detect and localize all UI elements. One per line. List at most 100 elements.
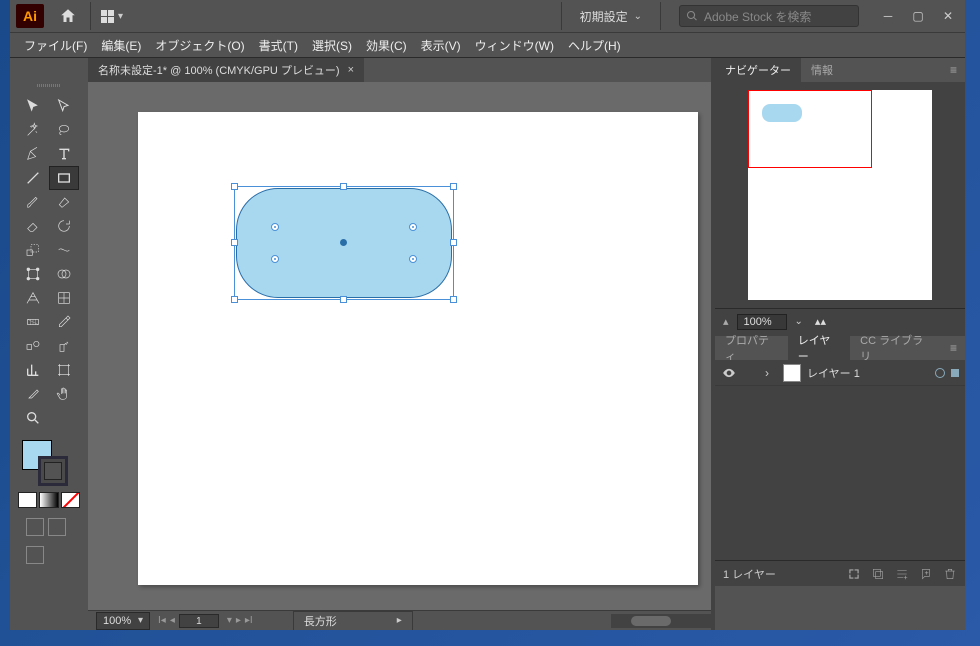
pen-tool[interactable] bbox=[18, 142, 48, 166]
zoom-out-icon[interactable]: ▴ bbox=[723, 315, 729, 328]
shape-builder-tool[interactable] bbox=[49, 262, 79, 286]
arrange-documents-button[interactable]: ▾ bbox=[101, 10, 123, 23]
column-graph-tool[interactable] bbox=[18, 358, 48, 382]
layer-name[interactable]: レイヤー 1 bbox=[807, 365, 929, 381]
lasso-tool[interactable] bbox=[49, 118, 79, 142]
status-selection-dropdown[interactable]: 長方形 ▸ bbox=[293, 611, 413, 631]
next-artboard-button[interactable]: ▸ bbox=[236, 615, 241, 626]
close-icon[interactable]: × bbox=[348, 64, 354, 76]
create-sublayer-icon[interactable] bbox=[895, 567, 909, 581]
stroke-swatch[interactable] bbox=[38, 456, 68, 486]
corner-widget-tl[interactable] bbox=[271, 223, 279, 231]
navigator-preview[interactable] bbox=[748, 90, 932, 300]
screen-mode-button[interactable] bbox=[26, 546, 44, 564]
gradient-tool[interactable] bbox=[18, 310, 48, 334]
home-icon[interactable] bbox=[56, 4, 80, 28]
resize-handle-bl[interactable] bbox=[231, 296, 238, 303]
mesh-tool[interactable] bbox=[49, 286, 79, 310]
menu-file[interactable]: ファイル(F) bbox=[18, 35, 93, 56]
scale-tool[interactable] bbox=[18, 238, 48, 262]
magic-wand-tool[interactable] bbox=[18, 118, 48, 142]
artboard-number-field[interactable]: 1 bbox=[179, 614, 219, 628]
artboard-tool[interactable] bbox=[49, 358, 79, 382]
minimize-button[interactable]: ─ bbox=[877, 6, 899, 26]
perspective-grid-tool[interactable] bbox=[18, 286, 48, 310]
corner-widget-br[interactable] bbox=[409, 255, 417, 263]
tab-layers[interactable]: レイヤー bbox=[788, 336, 850, 360]
color-mode-none[interactable] bbox=[61, 492, 80, 508]
direct-selection-tool[interactable] bbox=[49, 94, 79, 118]
resize-handle-bm[interactable] bbox=[340, 296, 347, 303]
width-tool[interactable] bbox=[49, 238, 79, 262]
tab-navigator[interactable]: ナビゲーター bbox=[715, 58, 801, 82]
visibility-eye-icon[interactable] bbox=[721, 366, 737, 380]
adobe-stock-search[interactable]: Adobe Stock を検索 bbox=[679, 5, 859, 27]
blend-tool[interactable] bbox=[18, 334, 48, 358]
tools-grip[interactable] bbox=[10, 80, 88, 90]
free-transform-tool[interactable] bbox=[18, 262, 48, 286]
eyedropper-tool[interactable] bbox=[49, 310, 79, 334]
color-mode-solid[interactable] bbox=[18, 492, 37, 508]
panel-menu-icon[interactable]: ≡ bbox=[942, 341, 965, 355]
paintbrush-tool[interactable] bbox=[18, 190, 48, 214]
rectangle-tool[interactable] bbox=[49, 166, 79, 190]
prev-artboard-button[interactable]: ◂ bbox=[170, 615, 175, 626]
chevron-down-icon[interactable]: ▾ bbox=[227, 615, 232, 626]
zoom-tool[interactable] bbox=[18, 406, 48, 430]
zoom-field[interactable]: 100% ▾ bbox=[96, 612, 150, 630]
symbol-sprayer-tool[interactable] bbox=[49, 334, 79, 358]
slice-tool[interactable] bbox=[18, 382, 48, 406]
resize-handle-tl[interactable] bbox=[231, 183, 238, 190]
resize-handle-mr[interactable] bbox=[450, 239, 457, 246]
shaper-tool[interactable] bbox=[49, 190, 79, 214]
close-button[interactable]: ✕ bbox=[937, 6, 959, 26]
color-mode-gradient[interactable] bbox=[39, 492, 58, 508]
tab-cc-libraries[interactable]: CC ライブラリ bbox=[850, 336, 942, 360]
menu-select[interactable]: 選択(S) bbox=[306, 35, 358, 56]
layer-row[interactable]: › レイヤー 1 bbox=[715, 360, 965, 386]
selection-indicator-icon[interactable] bbox=[951, 369, 959, 377]
panel-menu-icon[interactable]: ≡ bbox=[942, 63, 965, 77]
maximize-button[interactable]: ▢ bbox=[907, 6, 929, 26]
center-point-icon[interactable] bbox=[340, 239, 347, 246]
document-tab[interactable]: 名称未設定-1* @ 100% (CMYK/GPU プレビュー) × bbox=[88, 58, 364, 82]
target-icon[interactable] bbox=[935, 368, 945, 378]
type-tool[interactable] bbox=[49, 142, 79, 166]
new-layer-icon[interactable] bbox=[919, 567, 933, 581]
hand-tool[interactable] bbox=[49, 382, 79, 406]
horizontal-scrollbar[interactable] bbox=[611, 614, 711, 628]
eraser-tool[interactable] bbox=[18, 214, 48, 238]
resize-handle-tm[interactable] bbox=[340, 183, 347, 190]
menu-type[interactable]: 書式(T) bbox=[253, 35, 304, 56]
menu-window[interactable]: ウィンドウ(W) bbox=[469, 35, 560, 56]
menu-view[interactable]: 表示(V) bbox=[415, 35, 467, 56]
navigator-zoom-field[interactable]: 100% bbox=[737, 314, 787, 330]
resize-handle-tr[interactable] bbox=[450, 183, 457, 190]
layer-expand-icon[interactable]: › bbox=[765, 366, 777, 380]
rotate-tool[interactable] bbox=[49, 214, 79, 238]
make-clipping-mask-icon[interactable] bbox=[871, 567, 885, 581]
menu-object[interactable]: オブジェクト(O) bbox=[149, 35, 250, 56]
artboard[interactable] bbox=[138, 112, 698, 585]
delete-layer-icon[interactable] bbox=[943, 567, 957, 581]
draw-behind-icon[interactable] bbox=[48, 518, 66, 536]
draw-normal-icon[interactable] bbox=[26, 518, 44, 536]
canvas-area[interactable] bbox=[88, 82, 711, 610]
chevron-down-icon[interactable]: ⌄ bbox=[795, 316, 803, 327]
resize-handle-ml[interactable] bbox=[231, 239, 238, 246]
fill-stroke-selector[interactable] bbox=[18, 440, 80, 488]
selection-bounding-box[interactable] bbox=[234, 186, 454, 300]
selection-tool[interactable] bbox=[18, 94, 48, 118]
workspace-selector[interactable]: 初期設定 ⌄ bbox=[580, 8, 642, 25]
resize-handle-br[interactable] bbox=[450, 296, 457, 303]
menu-edit[interactable]: 編集(E) bbox=[95, 35, 147, 56]
line-segment-tool[interactable] bbox=[18, 166, 48, 190]
tab-properties[interactable]: プロパティ bbox=[715, 336, 788, 360]
menu-effect[interactable]: 効果(C) bbox=[360, 35, 413, 56]
first-artboard-button[interactable]: I◂ bbox=[158, 615, 166, 626]
corner-widget-bl[interactable] bbox=[271, 255, 279, 263]
zoom-in-icon[interactable]: ▴▴ bbox=[815, 315, 826, 328]
tab-info[interactable]: 情報 bbox=[801, 58, 843, 82]
navigator-viewport-box[interactable] bbox=[748, 90, 872, 168]
menu-help[interactable]: ヘルプ(H) bbox=[562, 35, 627, 56]
